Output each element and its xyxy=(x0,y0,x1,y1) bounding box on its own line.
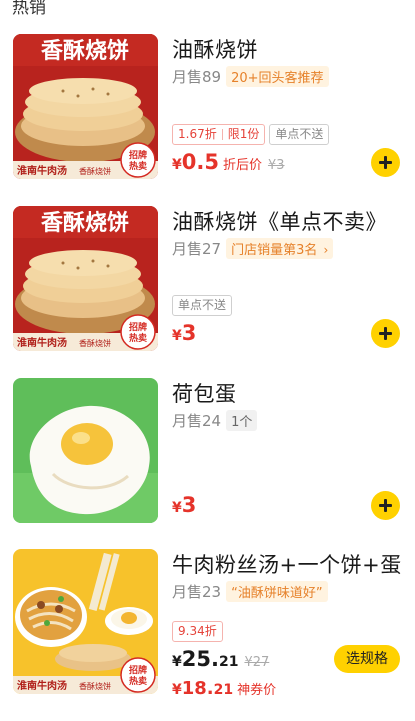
discount-tag: 1.67折 限1份 xyxy=(172,124,266,145)
monthly-sales: 月售24 xyxy=(172,411,222,430)
select-spec-button[interactable]: 选规格 xyxy=(334,645,400,673)
svg-text:招牌: 招牌 xyxy=(129,321,147,333)
monthly-sales: 月售27 xyxy=(172,239,222,258)
price: 3 xyxy=(181,321,197,345)
price-row: ¥ 3 xyxy=(172,493,197,517)
price-row: ¥ 0.5 折后价 ¥3 xyxy=(172,150,285,174)
svg-text:香酥烧饼: 香酥烧饼 xyxy=(79,166,111,176)
svg-text:香酥烧饼: 香酥烧饼 xyxy=(41,210,129,236)
product-meta: 月售89 20+回头客推荐 xyxy=(172,65,329,87)
discount-price: 0.5 xyxy=(181,150,219,174)
promo-tags: 9.34折 xyxy=(172,621,223,642)
no-solo-delivery-tag: 单点不送 xyxy=(172,295,233,316)
svg-text:淮南牛肉汤: 淮南牛肉汤 xyxy=(17,336,67,349)
coupon-price-decimal: 21 xyxy=(213,682,234,698)
product-name[interactable]: 牛肉粉丝汤+一个饼+蛋 xyxy=(172,549,402,579)
flatbread-image: 香酥烧饼 淮南牛肉汤 香酥烧饼 招牌 热卖 xyxy=(13,206,158,351)
price-decimal: 21 xyxy=(218,654,239,670)
monthly-sales: 月售23 xyxy=(172,582,222,601)
original-price: ¥3 xyxy=(267,158,285,173)
price-label: 折后价 xyxy=(222,158,262,173)
chevron-right-icon: › xyxy=(323,242,329,257)
svg-text:热卖: 热卖 xyxy=(129,675,147,687)
product-meta: 月售27 门店销量第3名 › xyxy=(172,237,334,259)
discount-tag: 9.34折 xyxy=(172,621,223,642)
svg-text:香酥烧饼: 香酥烧饼 xyxy=(41,38,129,64)
coupon-price-row: ¥ 18. 21 神券价 xyxy=(172,678,277,699)
price-row: ¥ 25. 21 ¥27 xyxy=(172,647,270,671)
product-item-3[interactable]: 荷包蛋 月售24 1个 ¥ 3 xyxy=(0,378,415,550)
price-row: ¥ 3 xyxy=(172,321,197,345)
add-to-cart-button[interactable] xyxy=(371,148,400,177)
product-name[interactable]: 油酥烧饼《单点不卖》 xyxy=(172,206,387,236)
quantity-tag: 1个 xyxy=(226,409,258,431)
svg-text:淮南牛肉汤: 淮南牛肉汤 xyxy=(17,164,67,177)
monthly-sales: 月售89 xyxy=(172,67,222,86)
price-integer: 25. xyxy=(181,647,219,671)
svg-text:招牌: 招牌 xyxy=(129,664,147,676)
product-name[interactable]: 油酥烧饼 xyxy=(172,34,258,64)
promo-tags: 1.67折 限1份 单点不送 xyxy=(172,124,330,145)
section-title: 热销 xyxy=(12,0,46,18)
beef-noodle-soup-image: 淮南牛肉汤 香酥烧饼 招牌 热卖 xyxy=(13,549,158,694)
original-price: ¥27 xyxy=(244,655,270,670)
svg-text:香酥烧饼: 香酥烧饼 xyxy=(79,681,111,691)
add-to-cart-button[interactable] xyxy=(371,491,400,520)
fried-egg-image xyxy=(13,378,158,523)
coupon-price-integer: 18. xyxy=(181,678,214,699)
flatbread-image: 香酥烧饼 淮南牛肉汤 香酥烧饼 招牌 热卖 xyxy=(13,34,158,179)
svg-text:热卖: 热卖 xyxy=(129,332,147,344)
repeat-customer-badge: 20+回头客推荐 xyxy=(226,65,329,87)
product-item-1[interactable]: 香酥烧饼 淮南牛肉汤 香酥烧饼 招牌 热卖 油酥烧饼 月售89 20+回头客推荐… xyxy=(0,34,415,206)
promo-tags: 单点不送 xyxy=(172,295,233,316)
svg-text:淮南牛肉汤: 淮南牛肉汤 xyxy=(17,679,67,692)
coupon-label: 神券价 xyxy=(237,683,277,698)
product-image[interactable]: 香酥烧饼 淮南牛肉汤 香酥烧饼 招牌 热卖 xyxy=(13,206,158,351)
product-item-2[interactable]: 香酥烧饼 淮南牛肉汤 香酥烧饼 招牌 热卖 油酥烧饼《单点不卖》 月售27 门店… xyxy=(0,206,415,378)
product-item-4[interactable]: 淮南牛肉汤 香酥烧饼 招牌 热卖 牛肉粉丝汤+一个饼+蛋 月售23 “油酥饼味道… xyxy=(0,549,415,721)
no-solo-delivery-tag: 单点不送 xyxy=(269,124,330,145)
product-name[interactable]: 荷包蛋 xyxy=(172,378,237,408)
svg-text:香酥烧饼: 香酥烧饼 xyxy=(79,338,111,348)
product-image[interactable] xyxy=(13,378,158,523)
product-meta: 月售23 “油酥饼味道好” xyxy=(172,580,328,602)
add-to-cart-button[interactable] xyxy=(371,319,400,348)
review-quote-badge: “油酥饼味道好” xyxy=(226,580,328,602)
product-meta: 月售24 1个 xyxy=(172,409,258,431)
price: 3 xyxy=(181,493,197,517)
svg-text:招牌: 招牌 xyxy=(129,149,147,161)
product-image[interactable]: 淮南牛肉汤 香酥烧饼 招牌 热卖 xyxy=(13,549,158,694)
product-image[interactable]: 香酥烧饼 淮南牛肉汤 香酥烧饼 招牌 热卖 xyxy=(13,34,158,179)
store-ranking-badge[interactable]: 门店销量第3名 › xyxy=(226,237,334,259)
svg-text:热卖: 热卖 xyxy=(129,160,147,172)
